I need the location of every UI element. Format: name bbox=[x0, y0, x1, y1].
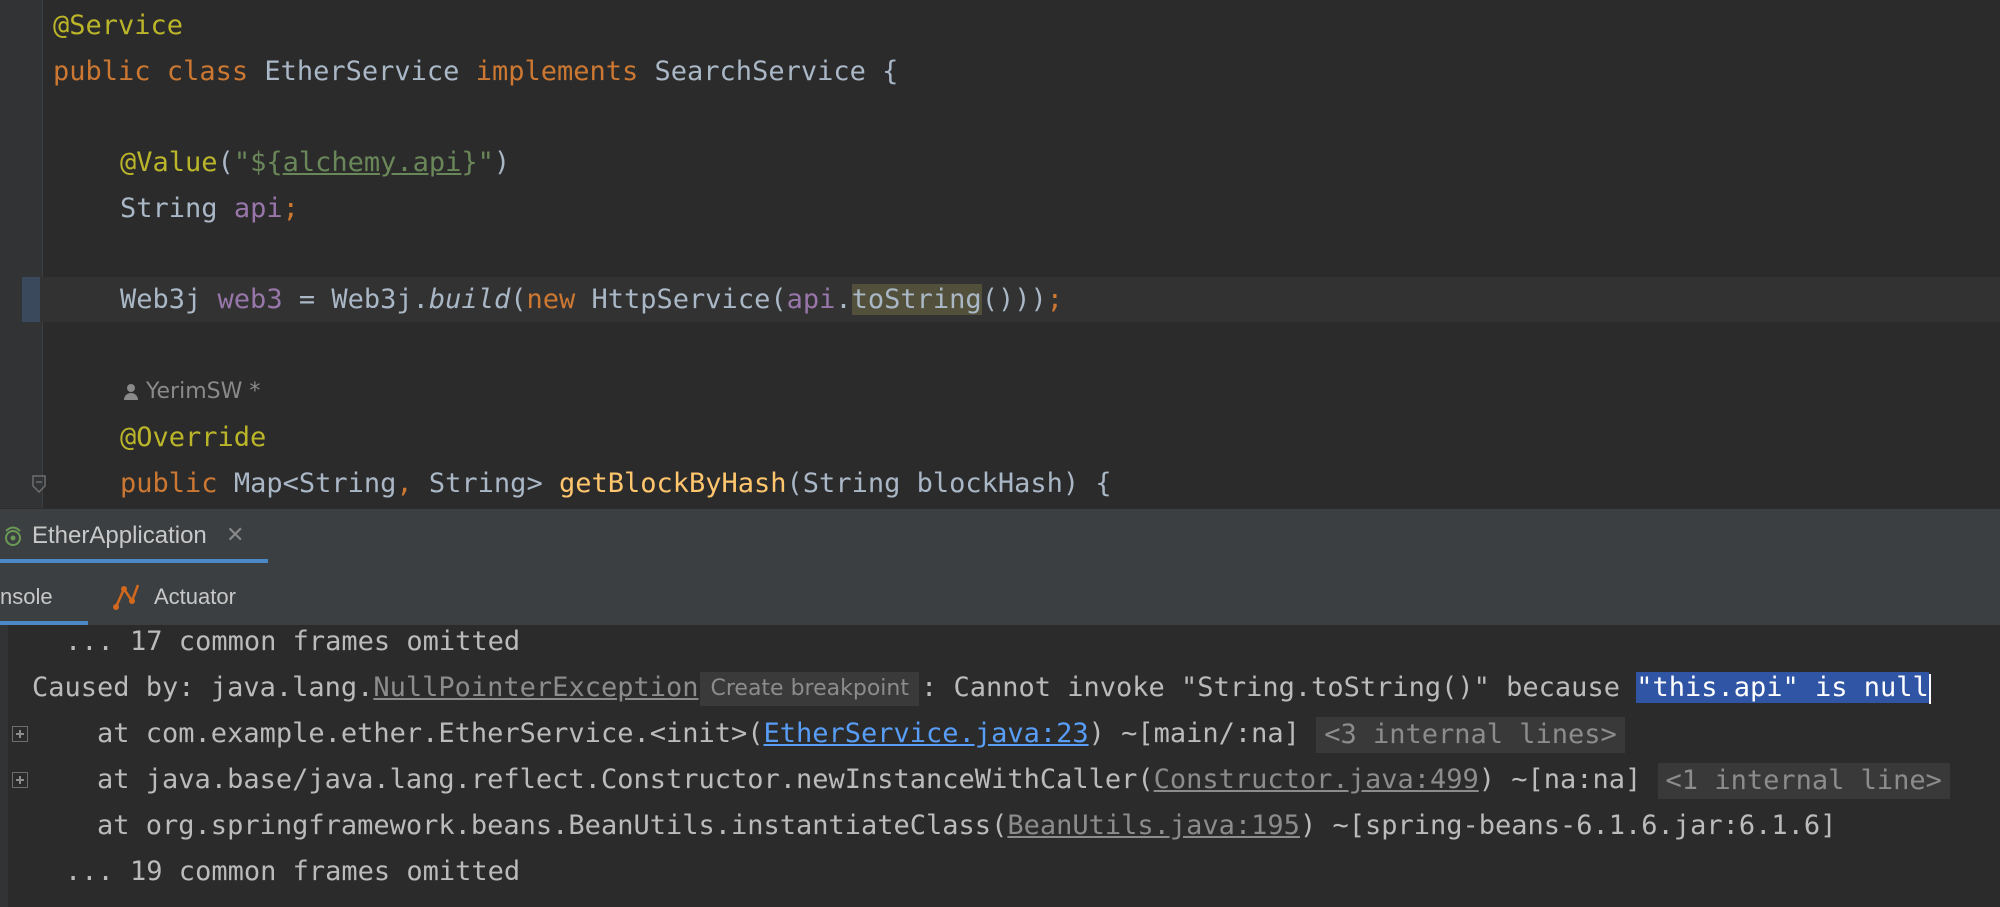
source-link[interactable]: BeanUtils.java:195 bbox=[1007, 810, 1300, 841]
author-name: YerimSW * bbox=[146, 379, 261, 404]
internal-lines-fold[interactable]: <3 internal lines> bbox=[1316, 716, 1625, 753]
code-line-3: @Value("${alchemy.api}") bbox=[120, 141, 510, 185]
stack-frame-prefix: at com.example.ether.EtherService.<init>… bbox=[32, 718, 764, 749]
user-icon bbox=[122, 383, 140, 401]
property-key[interactable]: alchemy.api bbox=[283, 147, 462, 178]
text-cursor bbox=[1928, 673, 1931, 704]
field: api bbox=[233, 193, 283, 224]
code-line-6: @Override bbox=[120, 416, 266, 460]
static-method: build bbox=[428, 284, 511, 315]
annotation: @Value bbox=[120, 147, 218, 178]
paren: ( bbox=[510, 284, 527, 315]
type: String bbox=[120, 193, 218, 224]
code-line-5: Web3j web3 = Web3j.build(new HttpService… bbox=[120, 278, 1063, 322]
console-line-3: at com.example.ether.EtherService.<init>… bbox=[32, 711, 1625, 757]
class-ref: Web3j. bbox=[331, 284, 429, 315]
run-tab-title: EtherApplication bbox=[32, 522, 207, 549]
exception-message: : Cannot invoke "String.toString()" beca… bbox=[920, 672, 1637, 703]
keyword: public bbox=[120, 468, 218, 499]
interface-name: SearchService bbox=[654, 56, 866, 87]
run-config-icon bbox=[5, 526, 21, 546]
code-line-4: String api; bbox=[120, 187, 299, 231]
console-line-6: ... 19 common frames omitted bbox=[0, 856, 521, 887]
paren: ( bbox=[217, 147, 234, 178]
code-author-hint[interactable]: YerimSW * bbox=[122, 375, 260, 409]
semicolon: ; bbox=[282, 193, 299, 224]
close-icon[interactable]: ✕ bbox=[226, 509, 244, 563]
console-line-2: Caused by: java.lang.NullPointerExceptio… bbox=[32, 665, 1931, 711]
stack-frame-suffix: ) ~[na:na] bbox=[1478, 764, 1658, 795]
brace: { bbox=[882, 56, 899, 87]
exception-link[interactable]: NullPointerException bbox=[373, 672, 698, 703]
paren: ) bbox=[493, 147, 511, 178]
run-toolwindow-header: EtherApplication ✕ bbox=[0, 508, 2000, 565]
string-literal: "${ bbox=[233, 147, 283, 178]
params: (String blockHash) { bbox=[786, 468, 1112, 499]
class-name: EtherService bbox=[264, 56, 460, 87]
string-literal: }" bbox=[461, 147, 494, 178]
exception-prefix: Caused by: java.lang. bbox=[32, 672, 374, 703]
source-link[interactable]: EtherService.java:23 bbox=[764, 718, 1089, 749]
code-editor[interactable]: @Service public class EtherService imple… bbox=[0, 0, 2000, 508]
stack-frame-suffix: ) ~[spring-beans-6.1.6.jar:6.1.6] bbox=[1299, 810, 1837, 841]
method-name: getBlockByHash bbox=[558, 468, 787, 499]
keyword: public bbox=[53, 56, 151, 87]
keyword: new bbox=[526, 284, 576, 315]
actuator-icon[interactable] bbox=[110, 581, 142, 611]
comma: , bbox=[396, 468, 413, 499]
caret-line-marker bbox=[22, 277, 40, 322]
tab-console[interactable]: nsole bbox=[0, 565, 88, 625]
expand-icon[interactable] bbox=[12, 772, 28, 788]
parens: ())) bbox=[981, 284, 1047, 315]
console-line-1: ... 17 common frames omitted bbox=[0, 626, 521, 657]
expand-icon[interactable] bbox=[12, 726, 28, 742]
constructor: HttpService( bbox=[591, 284, 787, 315]
keyword: implements bbox=[475, 56, 639, 87]
field: web3 bbox=[217, 284, 283, 315]
field-ref: api bbox=[786, 284, 836, 315]
run-tab-etherapplication[interactable]: EtherApplication ✕ bbox=[0, 509, 268, 563]
code-line-7: public Map<String, String> getBlockByHas… bbox=[120, 462, 1112, 506]
console-line-4: at java.base/java.lang.reflect.Construct… bbox=[32, 757, 1950, 803]
stack-frame-suffix: ) ~[main/:na] bbox=[1088, 718, 1317, 749]
code-line-2: public class EtherService implements Sea… bbox=[53, 50, 898, 94]
stack-frame-prefix: at java.base/java.lang.reflect.Construct… bbox=[32, 764, 1154, 795]
operator: = bbox=[298, 284, 316, 315]
semicolon: ; bbox=[1046, 284, 1063, 315]
code-line-1: @Service bbox=[53, 4, 183, 48]
highlighted-method: toString bbox=[851, 284, 982, 315]
dot: . bbox=[835, 284, 852, 315]
create-breakpoint-button[interactable]: Create breakpoint bbox=[700, 671, 919, 706]
tab-console-label: nsole bbox=[0, 584, 53, 609]
annotation: @Override bbox=[120, 422, 267, 453]
keyword: class bbox=[166, 56, 249, 87]
internal-lines-fold[interactable]: <1 internal line> bbox=[1657, 762, 1950, 799]
annotation: @Service bbox=[53, 10, 184, 41]
selected-text[interactable]: "this.api" is null bbox=[1636, 672, 1929, 703]
tab-actuator[interactable]: Actuator bbox=[154, 565, 236, 625]
console-line-5: at org.springframework.beans.BeanUtils.i… bbox=[32, 803, 1836, 849]
run-subtabs: nsole Actuator bbox=[0, 565, 2000, 626]
stack-frame-prefix: at org.springframework.beans.BeanUtils.i… bbox=[32, 810, 1008, 841]
type: Map<String bbox=[233, 468, 397, 499]
source-link[interactable]: Constructor.java:499 bbox=[1154, 764, 1479, 795]
fold-icon[interactable] bbox=[31, 474, 47, 494]
type: String> bbox=[428, 468, 543, 499]
type: Web3j bbox=[120, 284, 202, 315]
editor-gutter bbox=[0, 0, 43, 508]
active-tab-indicator bbox=[0, 559, 268, 563]
